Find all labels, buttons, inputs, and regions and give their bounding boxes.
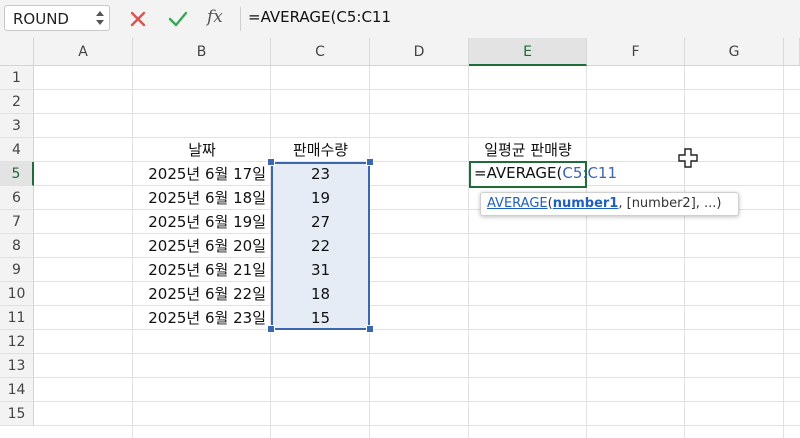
name-box-value: ROUND: [13, 10, 69, 28]
row-header-4[interactable]: 4: [0, 138, 34, 162]
tooltip-function-link[interactable]: AVERAGE: [487, 196, 548, 211]
column-header-a[interactable]: A: [34, 38, 133, 66]
column-header-d[interactable]: D: [370, 38, 469, 66]
gridline: [684, 66, 685, 438]
row-header-5[interactable]: 5: [0, 162, 34, 186]
row-header-9[interactable]: 9: [0, 258, 34, 282]
cancel-x-icon[interactable]: [125, 6, 151, 32]
cell-b4-date-header[interactable]: 날짜: [133, 138, 271, 162]
formula-range-reference: C5:C11: [562, 164, 618, 182]
cell-c10-sales[interactable]: 18: [271, 282, 370, 306]
cell-b5-date[interactable]: 2025년 6월 17일: [133, 162, 266, 186]
gridline: [34, 113, 800, 114]
cell-b11-date[interactable]: 2025년 6월 23일: [133, 306, 266, 330]
name-box[interactable]: ROUND: [4, 5, 110, 31]
tooltip-remaining-arguments: , [number2], ...): [618, 196, 722, 211]
select-all-corner[interactable]: [0, 38, 34, 66]
column-header-f[interactable]: F: [587, 38, 685, 66]
spreadsheet-grid[interactable]: A B C D E F G 1 2 3 4 5 6 7 8 9 10 11 12…: [0, 38, 800, 438]
cell-select-cursor-icon: [678, 148, 698, 168]
gridline: [783, 66, 784, 438]
column-header-g[interactable]: G: [685, 38, 784, 66]
row-header-14[interactable]: 14: [0, 378, 34, 402]
row-header-10[interactable]: 10: [0, 282, 34, 306]
cell-c7-sales[interactable]: 27: [271, 210, 370, 234]
cell-e5-formula-edit[interactable]: =AVERAGE(C5:C11: [474, 164, 617, 182]
fx-insert-function-icon[interactable]: fx: [207, 7, 223, 27]
formula-bar: ROUND fx =AVERAGE(C5:C11: [0, 0, 800, 39]
row-header-15[interactable]: 15: [0, 402, 34, 426]
row-header-12[interactable]: 12: [0, 330, 34, 354]
cell-c4-sales-header[interactable]: 판매수량: [271, 138, 370, 162]
row-header-1[interactable]: 1: [0, 66, 34, 90]
gridline: [34, 89, 800, 90]
column-header-b[interactable]: B: [133, 38, 271, 66]
confirm-checkmark-icon[interactable]: [165, 6, 191, 32]
row-header-13[interactable]: 13: [0, 354, 34, 378]
cell-c8-sales[interactable]: 22: [271, 234, 370, 258]
row-header-8[interactable]: 8: [0, 234, 34, 258]
tooltip-current-argument[interactable]: number1: [553, 196, 619, 211]
row-header-3[interactable]: 3: [0, 114, 34, 138]
column-header-c[interactable]: C: [271, 38, 370, 66]
cell-b9-date[interactable]: 2025년 6월 21일: [133, 258, 266, 282]
row-header-7[interactable]: 7: [0, 210, 34, 234]
cell-b10-date[interactable]: 2025년 6월 22일: [133, 282, 266, 306]
formula-prefix: =AVERAGE(: [474, 164, 563, 182]
column-header-partial[interactable]: [784, 38, 800, 66]
gridline: [586, 66, 587, 438]
cell-c5-sales[interactable]: 23: [271, 162, 370, 186]
cell-c6-sales[interactable]: 19: [271, 186, 370, 210]
cell-c11-sales[interactable]: 15: [271, 306, 370, 330]
gridline: [468, 66, 469, 438]
cell-b6-date[interactable]: 2025년 6월 18일: [133, 186, 266, 210]
column-header-e[interactable]: E: [469, 38, 587, 66]
row-header-11[interactable]: 11: [0, 306, 34, 330]
cell-e4-average-header[interactable]: 일평균 판매량: [469, 138, 587, 162]
cell-b7-date[interactable]: 2025년 6월 19일: [133, 210, 266, 234]
row-header-2[interactable]: 2: [0, 90, 34, 114]
gridline: [34, 425, 800, 426]
gridline: [34, 353, 800, 354]
cell-b8-date[interactable]: 2025년 6월 20일: [133, 234, 266, 258]
cell-c9-sales[interactable]: 31: [271, 258, 370, 282]
gridline: [34, 401, 800, 402]
formula-bar-divider: [240, 7, 241, 31]
formula-input[interactable]: =AVERAGE(C5:C11: [248, 8, 391, 26]
name-box-stepper-icon[interactable]: [95, 8, 105, 28]
row-header-6[interactable]: 6: [0, 186, 34, 210]
function-argument-tooltip: AVERAGE(number1, [number2], ...): [480, 192, 739, 216]
gridline: [34, 377, 800, 378]
